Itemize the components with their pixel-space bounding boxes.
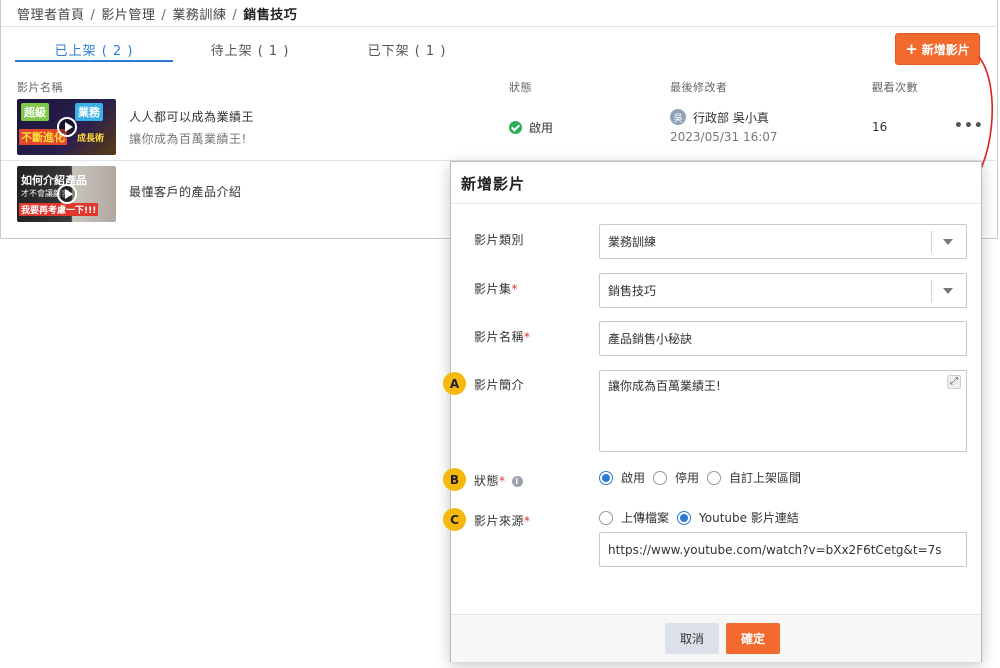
thumbnail-text: 業務 xyxy=(75,103,103,121)
video-source-label: 影片來源* xyxy=(474,514,531,528)
column-header-views: 觀看次數 xyxy=(872,81,918,94)
required-mark: * xyxy=(524,330,531,344)
thumbnail-text: 如何介紹產品 xyxy=(21,174,87,187)
video-name-label: 影片名稱* xyxy=(474,330,531,344)
thumbnail-text: 超級 xyxy=(21,103,49,121)
breadcrumb-divider xyxy=(1,26,998,27)
breadcrumb-video-management[interactable]: 影片管理 xyxy=(101,8,155,23)
select-divider xyxy=(931,231,932,253)
chevron-down-icon[interactable] xyxy=(943,239,953,245)
add-video-dialog: 新增影片 影片類別 業務訓練 影片集* 銷售技巧 影片名稱* 產品銷售小秘訣 A… xyxy=(443,161,982,662)
video-intro-label: 影片簡介 xyxy=(474,378,525,392)
plus-icon: + xyxy=(905,40,918,58)
status-text: 啟用 xyxy=(529,121,554,135)
status-option-label: 啟用 xyxy=(621,471,646,485)
status-option-label: 停用 xyxy=(675,471,700,485)
status-radio-disabled[interactable] xyxy=(653,470,668,485)
cancel-button[interactable]: 取消 xyxy=(665,623,719,654)
play-icon[interactable] xyxy=(57,117,77,137)
dialog-title: 新增影片 xyxy=(461,175,526,193)
column-header-status: 狀態 xyxy=(509,81,532,94)
confirm-button[interactable]: 確定 xyxy=(726,623,780,654)
youtube-url-value: https://www.youtube.com/watch?v=bXx2F6tC… xyxy=(608,542,942,557)
tab-unpublished[interactable]: 已下架 ( 1 ) xyxy=(328,40,486,59)
status-label: 狀態* i xyxy=(474,472,523,489)
expand-icon[interactable]: ⤢ xyxy=(947,375,961,389)
collection-value: 銷售技巧 xyxy=(608,284,657,298)
video-title[interactable]: 最懂客戶的產品介紹 xyxy=(129,183,242,200)
column-header-modifier: 最後修改者 xyxy=(670,81,728,94)
tab-published[interactable]: 已上架 ( 2 ) xyxy=(15,40,173,59)
thumbnail-text: 成長術 xyxy=(77,134,105,144)
tab-pending[interactable]: 待上架 ( 1 ) xyxy=(171,40,329,59)
status-badge: 啟用 xyxy=(509,119,553,136)
breadcrumb-separator: / xyxy=(161,8,167,23)
view-count: 16 xyxy=(872,120,888,134)
status-radio-enabled[interactable] xyxy=(599,470,613,485)
source-radio-upload[interactable] xyxy=(599,510,613,525)
video-intro-value: 讓你成為百萬業績王! xyxy=(608,379,721,393)
video-name-value: 產品銷售小秘訣 xyxy=(608,332,693,346)
video-thumbnail[interactable]: 超級 業務 不斷進化 成長術 xyxy=(17,99,116,155)
youtube-url-input[interactable]: https://www.youtube.com/watch?v=bXx2F6tC… xyxy=(599,532,967,567)
info-icon[interactable]: i xyxy=(511,476,523,487)
annotation-marker-a: A xyxy=(443,372,466,395)
video-intro-textarea[interactable]: 讓你成為百萬業績王! ⤢ xyxy=(599,370,967,452)
breadcrumb: 管理者首頁 / 影片管理 / 業務訓練 / 銷售技巧 xyxy=(17,4,297,23)
status-option-label: 自訂上架區間 xyxy=(729,471,802,485)
modified-time: 2023/05/31 16:07 xyxy=(670,130,778,144)
video-thumbnail[interactable]: 如何介紹產品 才不會讓顧客... 我要再考慮一下!!! xyxy=(17,166,116,222)
annotation-marker-c: C xyxy=(443,508,466,531)
collection-select[interactable]: 銷售技巧 xyxy=(599,273,967,308)
required-mark: * xyxy=(499,474,506,488)
source-radio-youtube[interactable] xyxy=(677,510,692,525)
status-radio-custom-period[interactable] xyxy=(707,470,722,485)
modifier-name: 行政部 吳小真 xyxy=(693,111,769,125)
breadcrumb-current: 銷售技巧 xyxy=(243,8,298,23)
column-header-name: 影片名稱 xyxy=(17,81,63,94)
required-mark: * xyxy=(511,282,519,296)
annotation-marker-b: B xyxy=(443,468,466,491)
breadcrumb-separator: / xyxy=(90,8,96,23)
breadcrumb-sales-training[interactable]: 業務訓練 xyxy=(172,8,226,23)
select-divider xyxy=(931,280,932,302)
play-icon[interactable] xyxy=(57,184,77,204)
dialog-header-divider xyxy=(451,203,981,204)
avatar: 吳 xyxy=(670,109,686,125)
status-radio-group: 啟用 停用 自訂上架區間 xyxy=(599,469,809,486)
category-label: 影片類別 xyxy=(474,233,525,247)
collection-label: 影片集* xyxy=(474,282,519,296)
active-tab-indicator xyxy=(15,60,173,62)
video-title[interactable]: 人人都可以成為業績王 xyxy=(129,108,254,125)
check-circle-icon xyxy=(509,121,522,134)
breadcrumb-home[interactable]: 管理者首頁 xyxy=(17,8,85,23)
source-option-label: 上傳檔案 xyxy=(621,511,670,525)
thumbnail-text: 我要再考慮一下!!! xyxy=(19,203,99,216)
video-name-input[interactable]: 產品銷售小秘訣 xyxy=(599,321,967,356)
category-select[interactable]: 業務訓練 xyxy=(599,224,967,259)
video-description: 讓你成為百萬業績王! xyxy=(129,132,247,146)
required-mark: * xyxy=(524,514,531,528)
breadcrumb-separator: / xyxy=(232,8,238,23)
source-radio-group: 上傳檔案 Youtube 影片連結 xyxy=(599,509,807,526)
chevron-down-icon[interactable] xyxy=(943,288,953,294)
source-option-label: Youtube 影片連結 xyxy=(699,511,799,525)
category-value: 業務訓練 xyxy=(608,235,657,249)
